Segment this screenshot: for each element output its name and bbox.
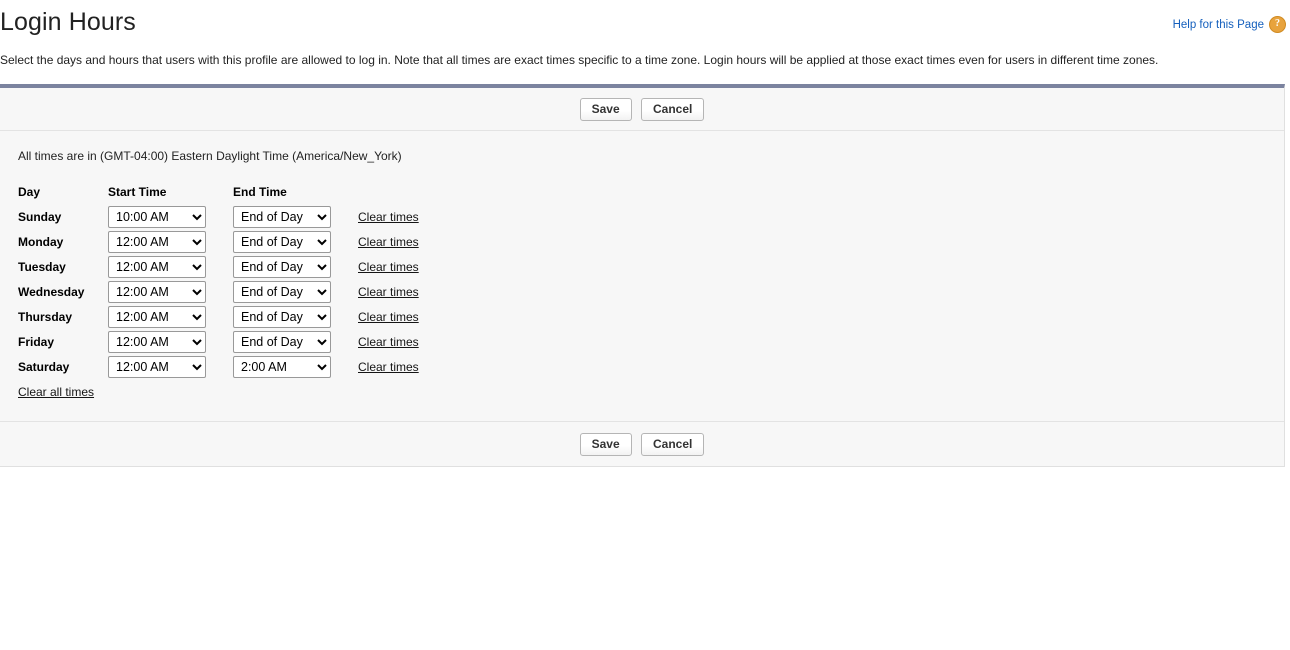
start-time-select[interactable]: 12:00 AM	[108, 281, 206, 303]
table-row: Monday 12:00 AM End of Day Clear times	[18, 230, 478, 255]
table-row: Tuesday 12:00 AM End of Day Clear times	[18, 255, 478, 280]
clear-times-link[interactable]: Clear times	[358, 260, 419, 274]
clear-all-table: Clear all times	[18, 380, 94, 405]
clear-times-link[interactable]: Clear times	[358, 210, 419, 224]
start-time-select[interactable]: 12:00 AM	[108, 331, 206, 353]
day-label: Tuesday	[18, 260, 66, 274]
end-time-select[interactable]: End of Day	[233, 281, 331, 303]
day-label: Wednesday	[18, 285, 85, 299]
clear-all-times-link[interactable]: Clear all times	[18, 385, 94, 399]
end-time-select[interactable]: 2:00 AM	[233, 356, 331, 378]
day-label: Monday	[18, 235, 64, 249]
login-hours-panel: Save Cancel All times are in (GMT-04:00)…	[0, 84, 1285, 467]
end-time-select[interactable]: End of Day	[233, 256, 331, 278]
end-time-cell: End of Day	[233, 205, 358, 230]
panel-body: All times are in (GMT-04:00) Eastern Day…	[0, 131, 1284, 421]
clear-times-cell: Clear times	[358, 205, 478, 230]
clear-all-cell: Clear all times	[18, 380, 94, 405]
start-time-cell: 12:00 AM	[108, 355, 233, 380]
end-time-cell: End of Day	[233, 255, 358, 280]
clear-times-link[interactable]: Clear times	[358, 335, 419, 349]
table-row: Sunday 10:00 AM End of Day Clear times	[18, 205, 478, 230]
end-time-select[interactable]: End of Day	[233, 206, 331, 228]
save-button-bottom[interactable]: Save	[579, 433, 632, 456]
clear-times-cell: Clear times	[358, 230, 478, 255]
clear-times-link[interactable]: Clear times	[358, 235, 419, 249]
column-header-day: Day	[18, 185, 41, 199]
day-label: Thursday	[18, 310, 73, 324]
start-time-cell: 12:00 AM	[108, 230, 233, 255]
start-time-cell: 10:00 AM	[108, 205, 233, 230]
page-header: Login Hours Help for this Page ?	[0, 0, 1290, 38]
clear-times-link[interactable]: Clear times	[358, 360, 419, 374]
clear-times-cell: Clear times	[358, 255, 478, 280]
cancel-button-bottom[interactable]: Cancel	[641, 433, 705, 456]
day-label: Sunday	[18, 210, 62, 224]
help-link[interactable]: Help for this Page	[1173, 19, 1264, 31]
help-for-this-page[interactable]: Help for this Page ?	[1173, 16, 1286, 33]
table-row: Wednesday 12:00 AM End of Day Clear times	[18, 280, 478, 305]
bottom-button-bar: Save Cancel	[0, 421, 1284, 466]
login-hours-table: Day Start Time End Time Sunday 10:00 AM En…	[18, 185, 478, 380]
cancel-button-top[interactable]: Cancel	[641, 98, 705, 121]
start-time-select[interactable]: 12:00 AM	[108, 356, 206, 378]
column-header-end-time: End Time	[233, 185, 287, 199]
column-header-actions	[358, 185, 478, 205]
end-time-select[interactable]: End of Day	[233, 306, 331, 328]
help-question-icon[interactable]: ?	[1269, 16, 1286, 33]
table-row: Saturday 12:00 AM 2:00 AM Clear times	[18, 355, 478, 380]
clear-times-cell: Clear times	[358, 280, 478, 305]
page-title: Login Hours	[0, 8, 136, 36]
clear-times-cell: Clear times	[358, 355, 478, 380]
page-description: Select the days and hours that users wit…	[0, 53, 1159, 67]
clear-times-cell: Clear times	[358, 305, 478, 330]
end-time-cell: End of Day	[233, 230, 358, 255]
start-time-cell: 12:00 AM	[108, 330, 233, 355]
login-hours-page: Login Hours Help for this Page ? Select …	[0, 0, 1290, 650]
table-row: Thursday 12:00 AM End of Day Clear times	[18, 305, 478, 330]
save-button-top[interactable]: Save	[579, 98, 632, 121]
day-label: Friday	[18, 335, 55, 349]
start-time-cell: 12:00 AM	[108, 255, 233, 280]
top-button-bar: Save Cancel	[0, 88, 1284, 131]
end-time-cell: End of Day	[233, 280, 358, 305]
table-body: Sunday 10:00 AM End of Day Clear times Monda…	[18, 205, 478, 380]
end-time-select[interactable]: End of Day	[233, 231, 331, 253]
start-time-select[interactable]: 12:00 AM	[108, 306, 206, 328]
clear-times-link[interactable]: Clear times	[358, 285, 419, 299]
clear-times-cell: Clear times	[358, 330, 478, 355]
table-row: Friday 12:00 AM End of Day Clear times	[18, 330, 478, 355]
end-time-cell: End of Day	[233, 305, 358, 330]
timezone-note: All times are in (GMT-04:00) Eastern Day…	[18, 149, 402, 163]
start-time-select[interactable]: 12:00 AM	[108, 231, 206, 253]
column-header-start-time: Start Time	[108, 185, 167, 199]
start-time-select[interactable]: 12:00 AM	[108, 256, 206, 278]
start-time-select[interactable]: 10:00 AM	[108, 206, 206, 228]
start-time-cell: 12:00 AM	[108, 305, 233, 330]
end-time-cell: 2:00 AM	[233, 355, 358, 380]
clear-times-link[interactable]: Clear times	[358, 310, 419, 324]
end-time-select[interactable]: End of Day	[233, 331, 331, 353]
end-time-cell: End of Day	[233, 330, 358, 355]
day-label: Saturday	[18, 360, 70, 374]
start-time-cell: 12:00 AM	[108, 280, 233, 305]
table-header-row: Day Start Time End Time	[18, 185, 478, 205]
